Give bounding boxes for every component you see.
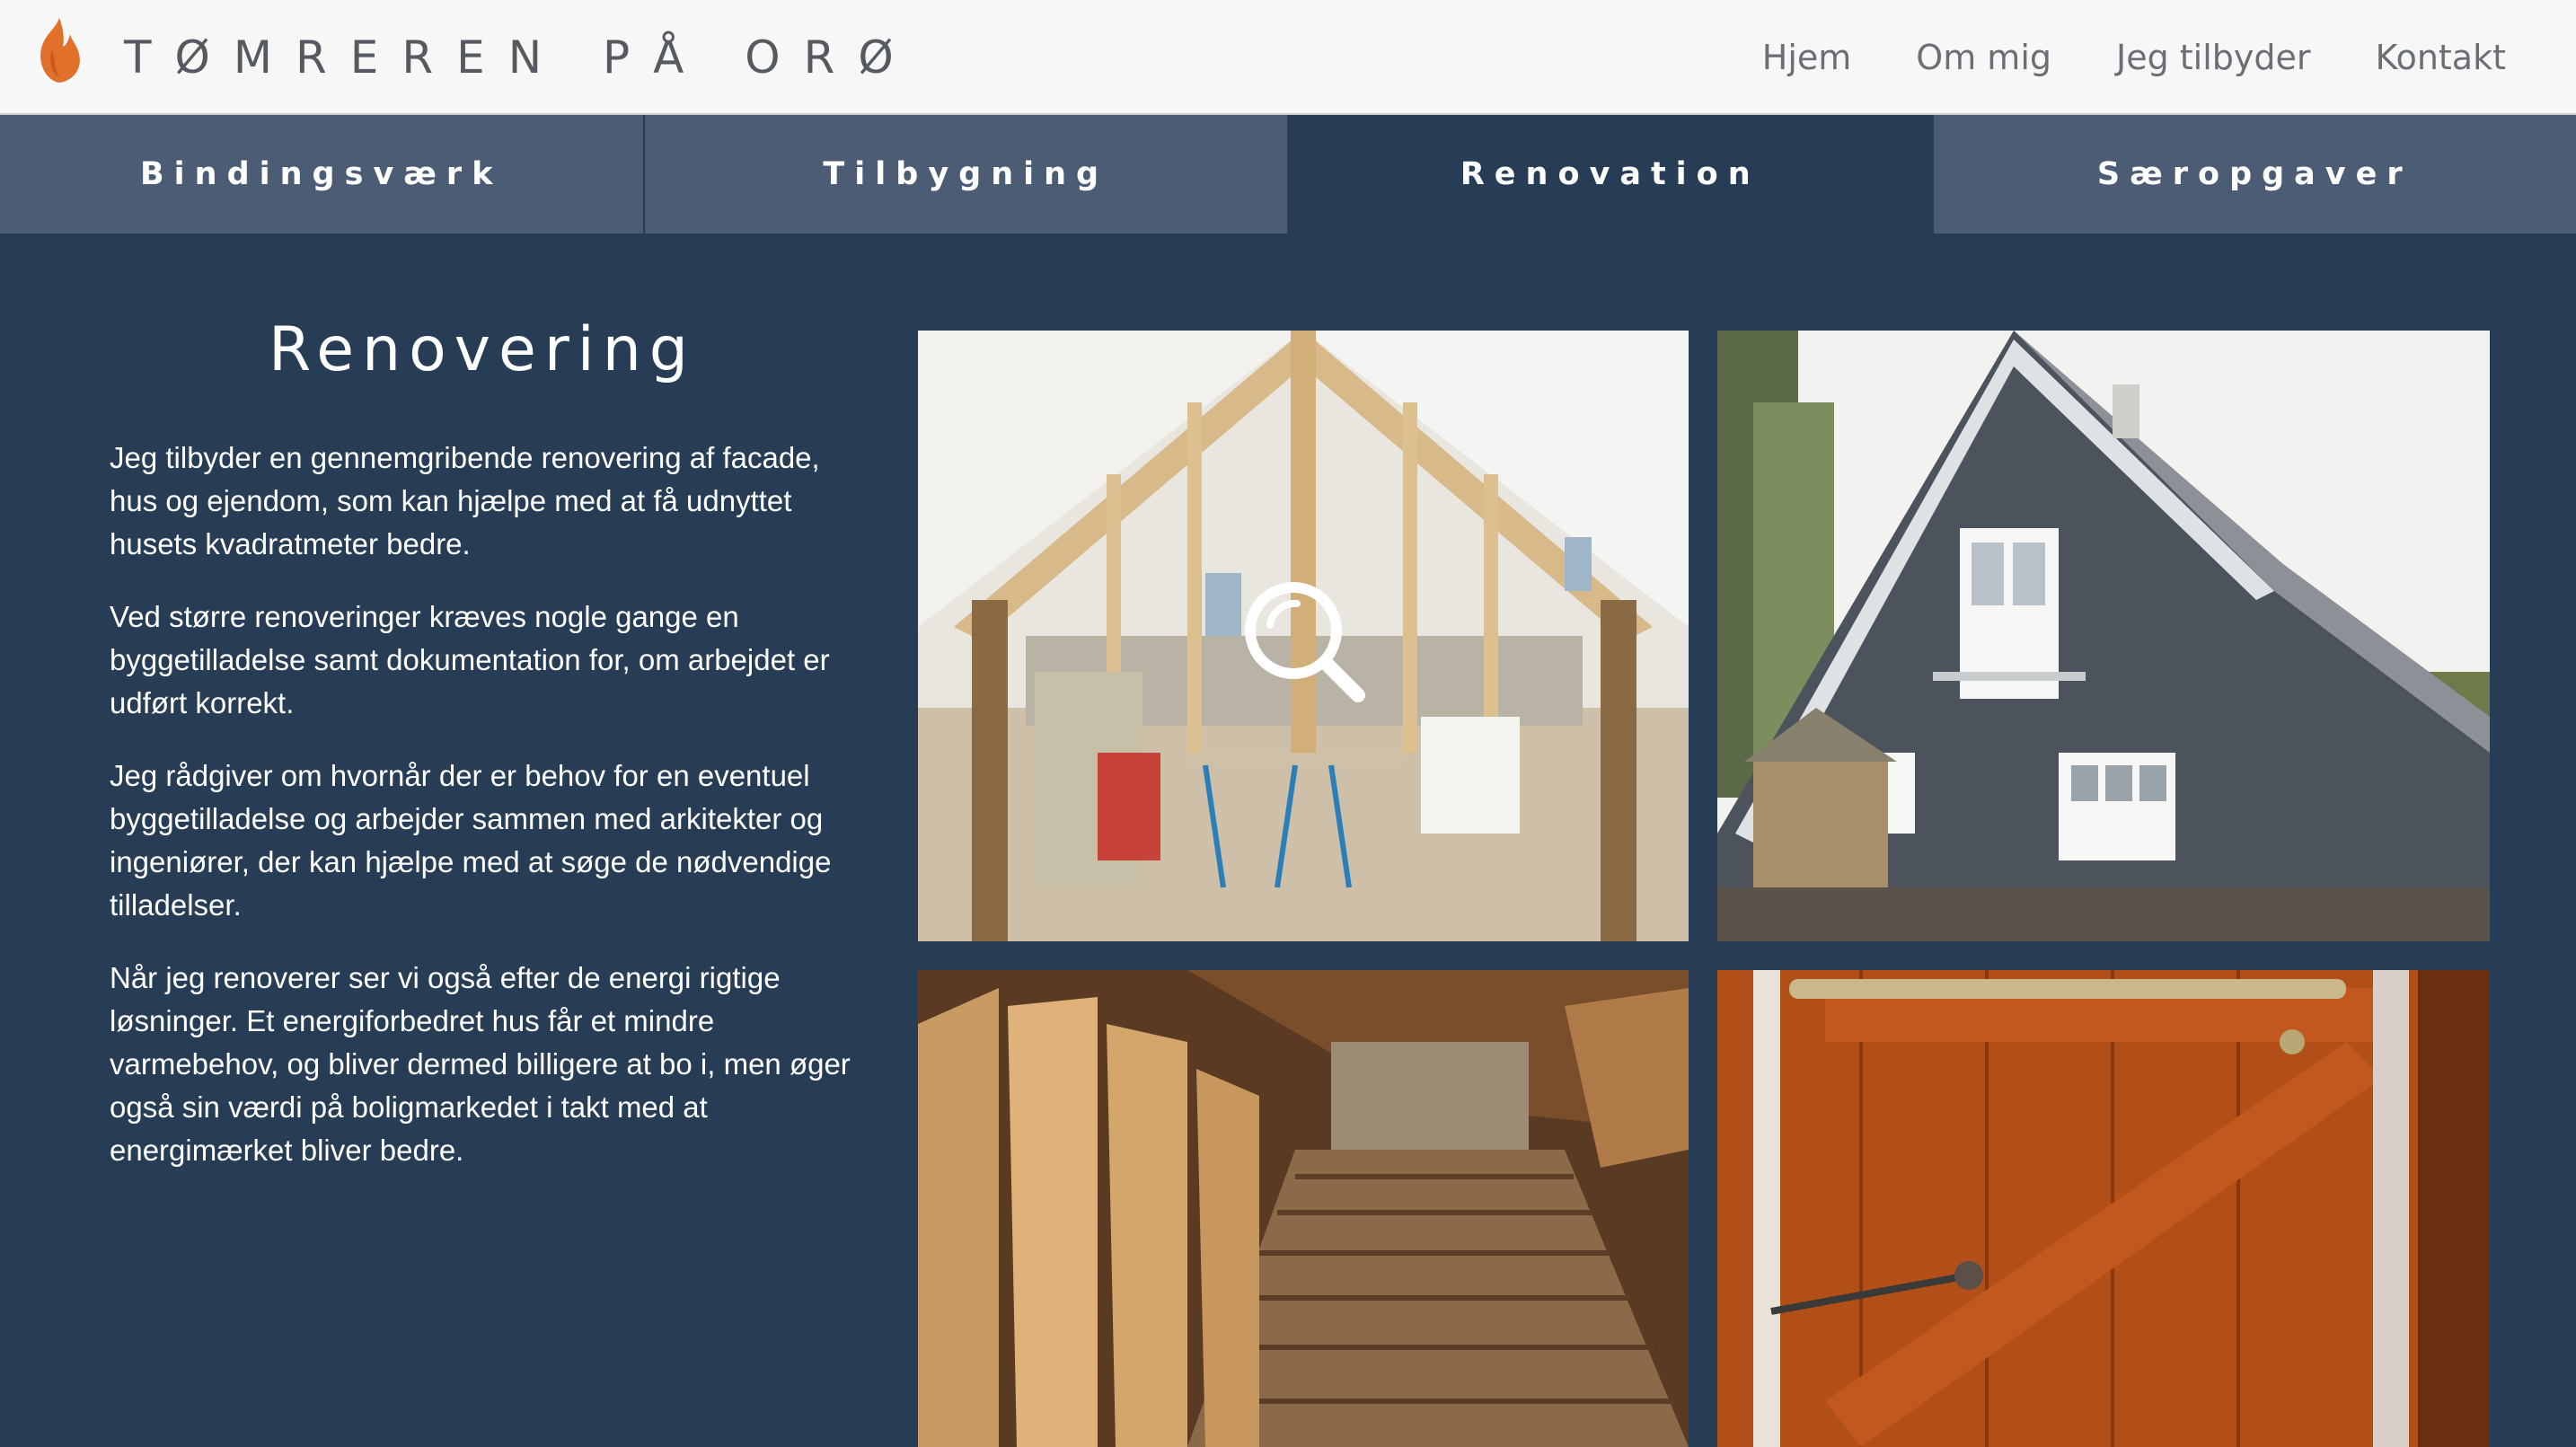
nav-item-hjem[interactable]: Hjem [1762,32,1852,83]
attic-framing-photo[interactable] [918,331,1689,941]
service-tabs: Bindingsværk Tilbygning Renovation Særop… [0,115,2576,234]
brand-name[interactable]: TØMREREN PÅ ORØ [124,29,917,86]
nav-item-om-mig[interactable]: Om mig [1916,32,2051,83]
attic-floor-photo[interactable] [918,970,1689,1447]
wooden-door-photo[interactable] [1717,970,2490,1447]
description-text: Jeg tilbyder en gennemgribende renoverin… [110,437,869,1202]
tab-tilbygning[interactable]: Tilbygning [644,115,1289,234]
paragraph: Jeg rådgiver om hvornår der er behov for… [110,759,832,922]
paragraph: Jeg tilbyder en gennemgribende renoverin… [110,441,820,560]
tab-bindingsvaerk[interactable]: Bindingsværk [0,115,645,234]
nav-item-kontakt[interactable]: Kontakt [2376,32,2506,83]
nav-item-jeg-tilbyder[interactable]: Jeg tilbyder [2116,32,2311,83]
tab-renovation[interactable]: Renovation [1289,115,1934,234]
main-content: Renovering Jeg tilbyder en gennemgribend… [0,234,2576,1447]
flame-logo-icon[interactable] [32,14,86,86]
magnifier-icon[interactable] [1234,571,1378,715]
main-nav: Hjem Om mig Jeg tilbyder Kontakt [1762,32,2506,83]
page-title: Renovering [269,314,696,385]
paragraph: Ved større renoveringer kræves nogle gan… [110,600,830,719]
tab-saeropgaver[interactable]: Særopgaver [1933,115,2576,234]
paragraph: Når jeg renoverer ser vi også efter de e… [110,961,851,1167]
grey-house-photo[interactable] [1717,331,2490,941]
site-header: TØMREREN PÅ ORØ Hjem Om mig Jeg tilbyder… [0,0,2576,115]
